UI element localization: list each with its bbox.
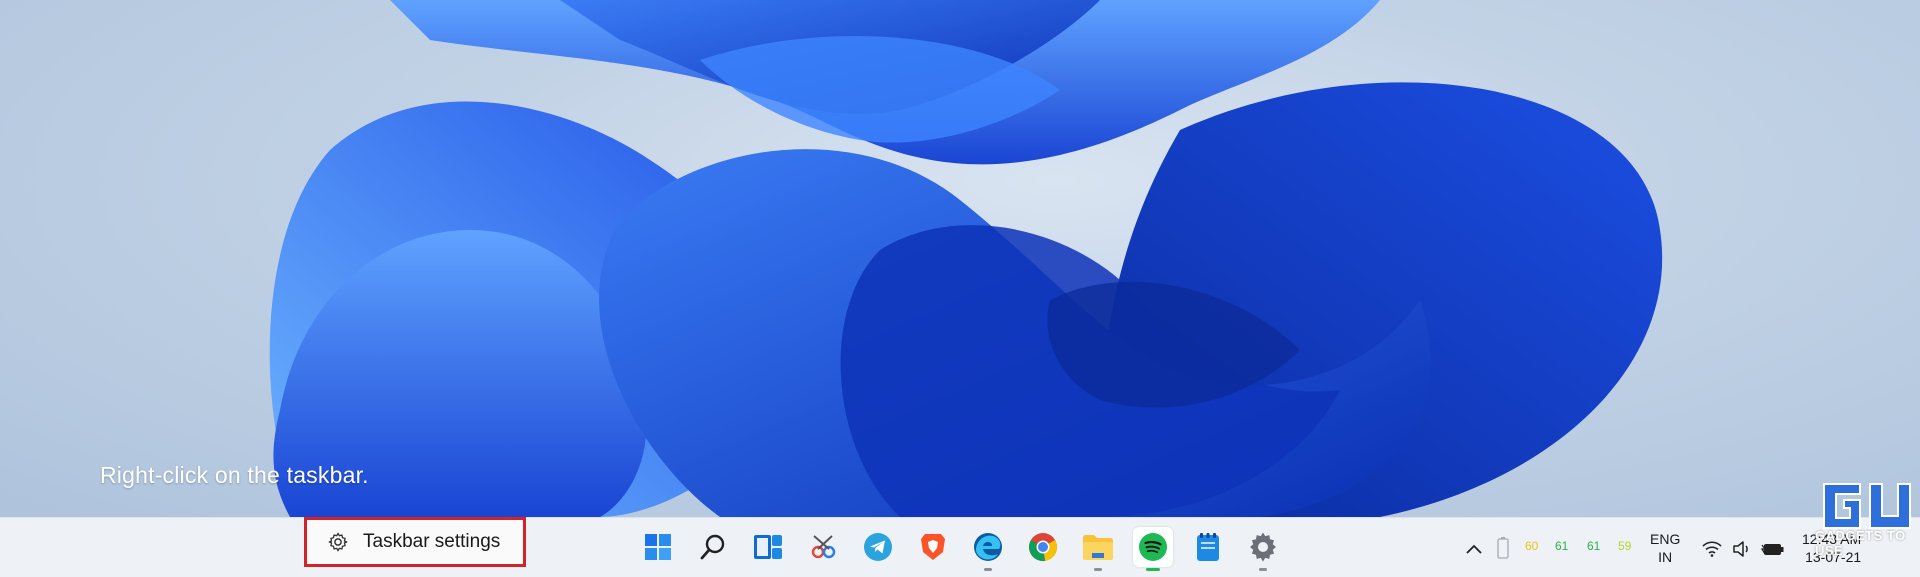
folder-icon [1083, 535, 1113, 560]
gadgets-to-use-watermark: GADGETS TO USE [1815, 478, 1920, 558]
notepad-icon [1197, 533, 1219, 561]
language-indicator[interactable]: ENG IN [1650, 530, 1680, 566]
brave-app[interactable] [913, 527, 953, 567]
language-code: ENG [1650, 531, 1681, 547]
task-view-button[interactable] [748, 527, 788, 567]
taskbar[interactable] [0, 517, 1920, 577]
instruction-caption: Right-click on the taskbar. [100, 462, 369, 488]
spotify-icon [1139, 533, 1167, 561]
tray-temp-1: 60 [1525, 539, 1539, 553]
speaker-icon [1733, 541, 1748, 557]
start-button[interactable] [638, 527, 678, 567]
settings-app[interactable] [1243, 527, 1283, 567]
task-view-icon [754, 535, 782, 559]
edge-running-indicator [984, 568, 992, 571]
settings-running-indicator [1259, 568, 1267, 571]
spotify-app[interactable] [1133, 527, 1173, 567]
gadgets-to-use-logo [1822, 483, 1911, 529]
snipping-tool-app[interactable] [803, 527, 843, 567]
brave-icon [921, 534, 945, 560]
taskbar-settings-label: Taskbar settings [363, 531, 501, 552]
tray-temp-2: 61 [1555, 539, 1569, 553]
watermark-text: GADGETS TO USE [1815, 528, 1906, 558]
search-icon [700, 534, 725, 560]
show-hidden-icons-button[interactable] [1462, 537, 1486, 561]
region-code: IN [1658, 549, 1673, 565]
power-button[interactable] [1760, 537, 1786, 561]
battery-tray-button[interactable] [1495, 535, 1511, 561]
edge-app[interactable] [968, 527, 1008, 567]
explorer-running-indicator [1094, 568, 1102, 571]
spotify-running-indicator [1146, 568, 1160, 571]
telegram-icon [864, 533, 892, 561]
snipping-tool-icon [811, 535, 836, 559]
volume-button[interactable] [1730, 537, 1754, 561]
taskbar-settings-menu-item[interactable]: Taskbar settings [304, 517, 526, 567]
gear-icon [1250, 532, 1276, 562]
battery-icon [1497, 537, 1509, 559]
chrome-app[interactable] [1023, 527, 1063, 567]
file-explorer-app[interactable] [1078, 527, 1118, 567]
bloom-wallpaper [269, 0, 1663, 517]
chrome-icon [1029, 533, 1057, 562]
tray-temp-4: 59 [1618, 539, 1632, 553]
tray-temp-3: 61 [1587, 539, 1601, 553]
edge-icon [974, 533, 1002, 561]
desktop: Right-click on the taskbar. [0, 0, 1920, 517]
search-button[interactable] [693, 527, 733, 567]
telegram-app[interactable] [858, 527, 898, 567]
chevron-up-icon [1466, 544, 1482, 554]
gear-icon [328, 532, 348, 552]
wifi-button[interactable] [1700, 537, 1724, 561]
wifi-icon [1702, 541, 1722, 557]
notepad-app[interactable] [1188, 527, 1228, 567]
windows-logo-icon [645, 534, 671, 560]
battery-charging-icon [1761, 544, 1784, 555]
